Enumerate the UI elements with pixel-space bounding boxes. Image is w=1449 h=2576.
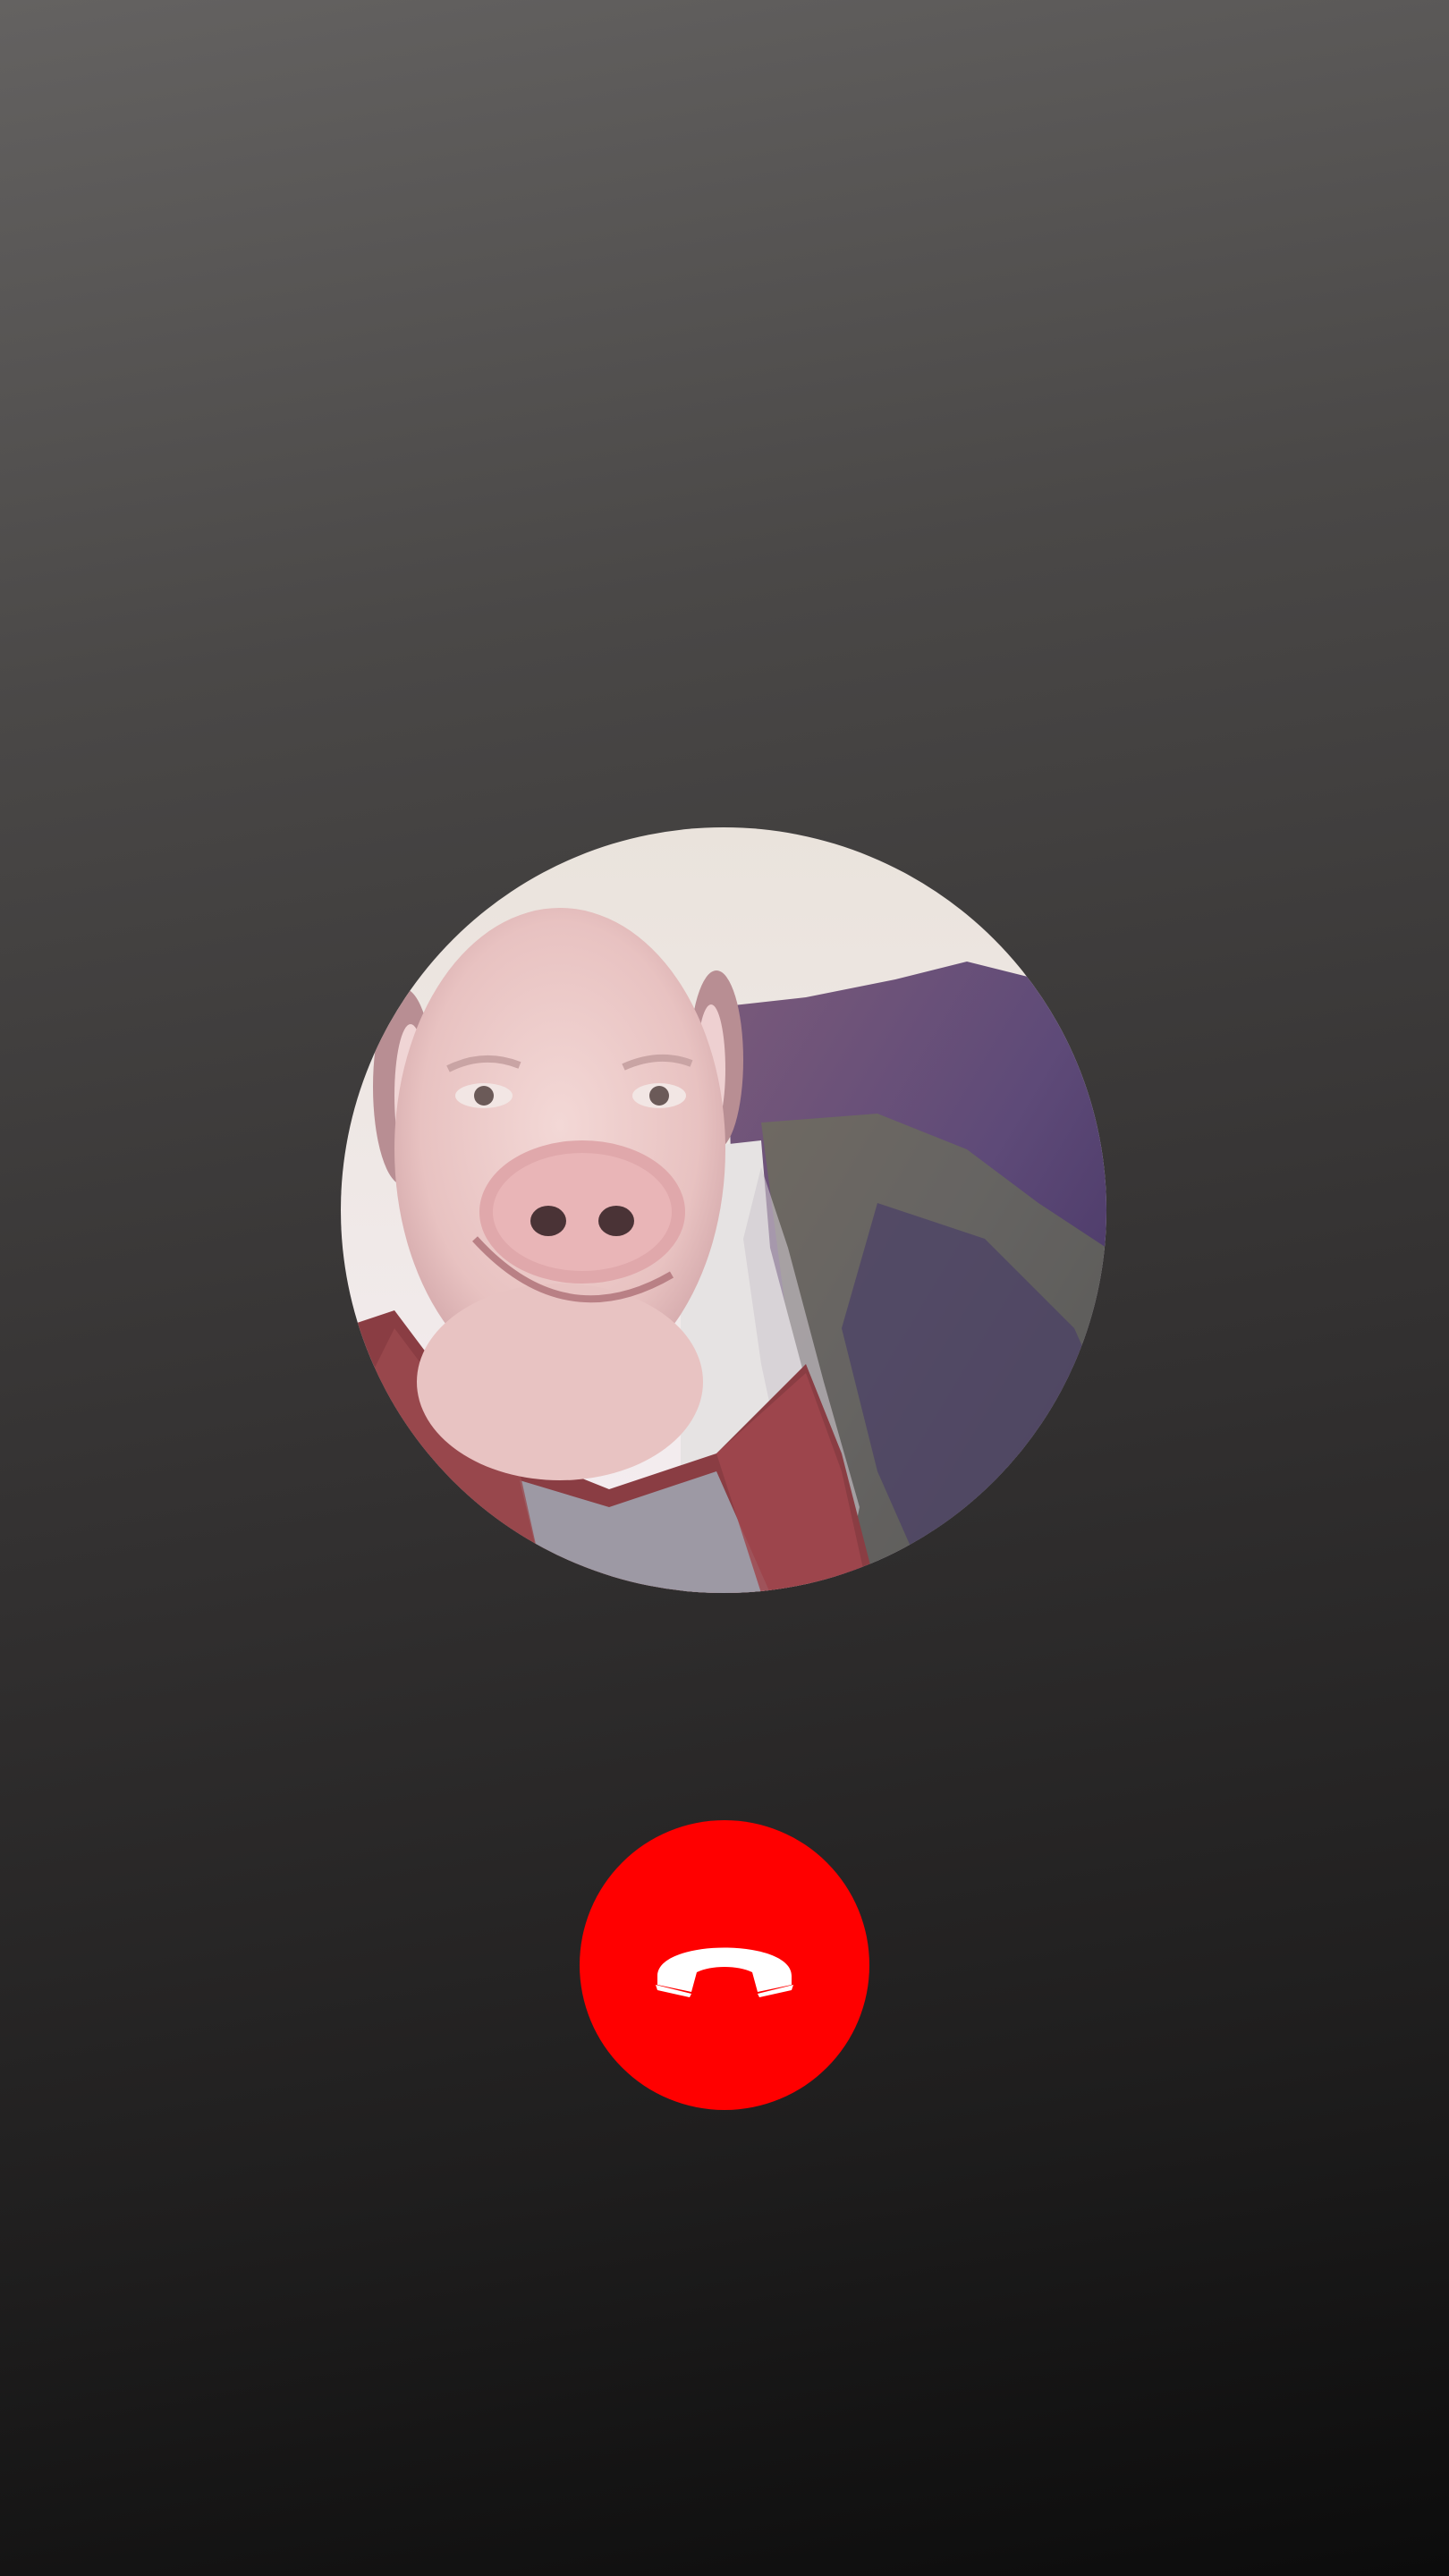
- avatar-photo: [341, 827, 1106, 1593]
- phone-hangup-icon: [656, 1947, 793, 1997]
- call-screen: [0, 0, 1449, 2576]
- end-call-button[interactable]: [580, 1820, 869, 2110]
- caller-avatar: [341, 827, 1106, 1593]
